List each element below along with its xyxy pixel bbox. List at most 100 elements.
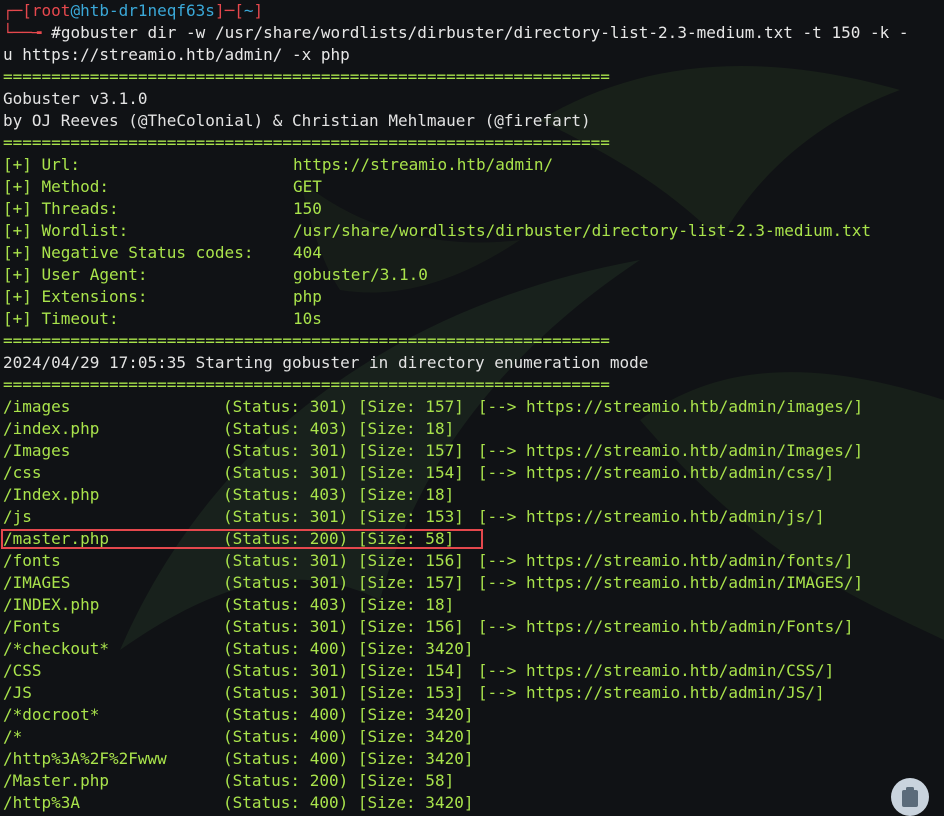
result-status: (Status: 301) [223,397,349,416]
result-path: /index.php [3,419,100,438]
result-status: (Status: 301) [223,573,349,592]
result-size: [Size: 156] [357,551,464,570]
config-value: GET [293,177,322,196]
result-size: [Size: 18] [357,419,455,438]
result-row: /*checkout* (Status: 400) [Size: 3420] [3,638,944,660]
result-path: /IMAGES [3,573,71,592]
result-size: [Size: 153] [357,683,464,702]
result-path: /Index.php [3,485,100,504]
result-status: (Status: 403) [223,485,349,504]
config-value: 404 [293,243,322,262]
result-size: [Size: 18] [357,595,455,614]
config-row: [+] Extensions: php [3,286,944,308]
prompt-host: htb-dr1neqf63s [80,1,215,20]
result-path: /js [3,507,32,526]
result-path: /CSS [3,661,42,680]
config-value: php [293,287,322,306]
result-size: [Size: 154] [357,661,464,680]
result-size: [Size: 18] [357,485,455,504]
result-row: /js (Status: 301) [Size: 153] [--> https:/… [3,506,944,528]
prompt-line: ┌─[root@htb-dr1neqf63s]─[~] [3,1,264,20]
result-row: /Fonts (Status: 301) [Size: 156] [--> http… [3,616,944,638]
result-redirect: [--> https://streamio.htb/admin/images/] [477,397,864,416]
result-status: (Status: 403) [223,419,349,438]
result-size: [Size: 3420] [357,793,474,812]
result-size: [Size: 3420] [357,705,474,724]
result-row: /http%3A%2F%2Fwww (Status: 400) [Size: 34… [3,748,944,770]
result-redirect: [--> https://streamio.htb/admin/CSS/] [477,661,835,680]
config-row: [+] Threads: 150 [3,198,944,220]
separator: ========================================… [3,133,610,152]
result-path: /fonts [3,551,61,570]
result-path: /INDEX.php [3,595,100,614]
result-status: (Status: 400) [223,727,349,746]
clipboard-icon[interactable] [891,778,929,816]
result-status: (Status: 301) [223,661,349,680]
config-row: [+] Negative Status codes: 404 [3,242,944,264]
result-row: /*docroot* (Status: 400) [Size: 3420] [3,704,944,726]
separator: ========================================… [3,375,610,394]
config-row: [+] User Agent: gobuster/3.1.0 [3,264,944,286]
result-status: (Status: 200) [223,771,349,790]
config-row: [+] Timeout: 10s [3,308,944,330]
result-status: (Status: 400) [223,639,349,658]
config-value: gobuster/3.1.0 [293,265,428,284]
separator: ========================================… [3,67,610,86]
result-redirect: [--> https://streamio.htb/admin/Images/] [477,441,864,460]
result-path: /*docroot* [3,705,100,724]
result-redirect: [--> https://streamio.htb/admin/js/] [477,507,825,526]
result-row: /IMAGES (Status: 301) [Size: 157] [--> htt… [3,572,944,594]
result-row: /JS (Status: 301) [Size: 153] [--> https:/… [3,682,944,704]
start-message: 2024/04/29 17:05:35 Starting gobuster in… [3,353,649,372]
highlight-box [1,529,483,549]
result-row: /css (Status: 301) [Size: 154] [--> https:… [3,462,944,484]
command-text: gobuster dir -w /usr/share/wordlists/dir… [60,23,909,42]
result-status: (Status: 301) [223,507,349,526]
result-size: [Size: 3420] [357,639,474,658]
result-status: (Status: 400) [223,793,349,812]
result-path: /images [3,397,71,416]
banner-version: Gobuster v3.1.0 [3,89,148,108]
terminal-output[interactable]: ┌─[root@htb-dr1neqf63s]─[~] └──╼ #gobust… [1,0,944,814]
command-line: └──╼ #gobuster dir -w /usr/share/wordlis… [3,23,909,42]
config-label: [+] Method: [3,177,109,196]
config-block: [+] Url: https://streamio.htb/admin/ [+] M… [3,154,944,330]
config-value: 150 [293,199,322,218]
config-label: [+] Negative Status codes: [3,243,254,262]
result-row: /* (Status: 400) [Size: 3420] [3,726,944,748]
result-path: /http%3A [3,793,81,812]
result-redirect: [--> https://streamio.htb/admin/Fonts/] [477,617,854,636]
result-row: /index.php (Status: 403) [Size: 18] [3,418,944,440]
prompt-user: root [31,1,71,20]
banner-authors: by OJ Reeves (@TheColonial) & Christian … [3,111,591,130]
config-label: [+] User Agent: [3,265,148,284]
config-row: [+] Method: GET [3,176,944,198]
result-path: /css [3,463,42,482]
result-status: (Status: 403) [223,595,349,614]
result-row: /fonts (Status: 301) [Size: 156] [--> http… [3,550,944,572]
result-status: (Status: 301) [223,617,349,636]
config-value: /usr/share/wordlists/dirbuster/directory… [293,221,871,240]
result-path: /JS [3,683,32,702]
results-list: /images (Status: 301) [Size: 157] [--> htt… [1,396,944,814]
result-row: /Index.php (Status: 403) [Size: 18] [3,484,944,506]
result-status: (Status: 301) [223,683,349,702]
result-path: /*checkout* [3,639,109,658]
result-row: /http%3A (Status: 400) [Size: 3420] [3,792,944,814]
config-label: [+] Extensions: [3,287,148,306]
result-path: /http%3A%2F%2Fwww [3,749,167,768]
result-status: (Status: 301) [223,441,349,460]
result-path: /Fonts [3,617,61,636]
result-row: /images (Status: 301) [Size: 157] [--> htt… [3,396,944,418]
command-line-wrap: u https://streamio.htb/admin/ -x php [3,45,350,64]
result-size: [Size: 153] [357,507,464,526]
config-label: [+] Wordlist: [3,221,129,240]
result-redirect: [--> https://streamio.htb/admin/JS/] [477,683,825,702]
config-label: [+] Threads: [3,199,119,218]
result-size: [Size: 157] [357,573,464,592]
result-size: [Size: 3420] [357,749,474,768]
result-row: /CSS (Status: 301) [Size: 154] [--> https:… [3,660,944,682]
result-row: /master.php (Status: 200) [Size: 58] [1,528,944,550]
separator: ========================================… [3,331,610,350]
result-row: /INDEX.php (Status: 403) [Size: 18] [3,594,944,616]
